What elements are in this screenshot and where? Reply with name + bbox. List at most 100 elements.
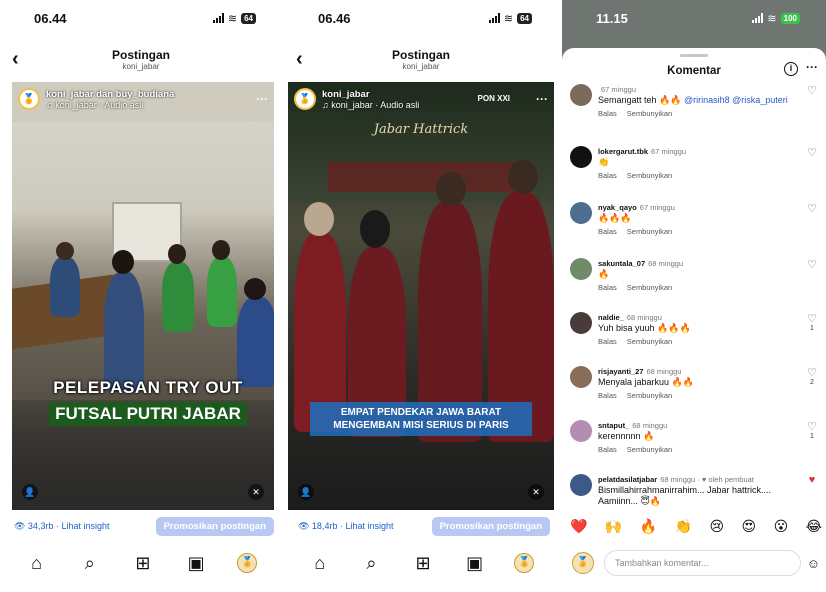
- status-time: 06.46: [318, 10, 351, 26]
- comment-text: Menyala jabarkuu 🔥🔥: [598, 377, 694, 387]
- back-arrow-icon[interactable]: ‹: [12, 48, 19, 71]
- reaction-emoji[interactable]: 😢: [710, 518, 725, 535]
- reaction-emoji[interactable]: 👏: [675, 518, 692, 535]
- comment-text: kerennnnn 🔥: [598, 431, 655, 441]
- view-insights-link[interactable]: 👁 18,4rb · Lihat insight: [298, 521, 393, 532]
- home-icon[interactable]: ⌂: [25, 553, 49, 574]
- profile-avatar-icon[interactable]: 🏅: [237, 553, 258, 573]
- info-icon[interactable]: i: [784, 62, 798, 76]
- comment-user[interactable]: pelatdasilatjabar: [598, 475, 657, 484]
- hide-button[interactable]: Sembunyikan: [627, 109, 672, 118]
- tagged-people-icon[interactable]: 👤: [22, 484, 38, 500]
- reaction-emoji[interactable]: ❤️: [570, 518, 587, 535]
- more-options-icon[interactable]: ···: [806, 60, 818, 74]
- view-insights-link[interactable]: 👁 34,3rb · Lihat insight: [14, 521, 109, 532]
- comment-input[interactable]: Tambahkan komentar...: [604, 550, 801, 576]
- avatar[interactable]: [570, 312, 592, 334]
- like-heart-icon[interactable]: ♡ 2: [804, 366, 820, 401]
- hide-button[interactable]: Sembunyikan: [627, 283, 672, 292]
- reply-button[interactable]: Balas: [598, 391, 617, 400]
- back-arrow-icon[interactable]: ‹: [296, 48, 303, 71]
- create-icon[interactable]: ⊞: [411, 553, 435, 574]
- wifi-icon: ≋: [227, 12, 238, 25]
- home-icon[interactable]: ⌂: [308, 553, 332, 574]
- more-options-icon[interactable]: ···: [536, 92, 548, 106]
- avatar[interactable]: [570, 420, 592, 442]
- hide-button[interactable]: Sembunyikan: [627, 227, 672, 236]
- comment-item: nyak_qayo 67 minggu 🔥🔥🔥 Balas Sembunyikan …: [570, 202, 820, 237]
- like-heart-icon[interactable]: ♡: [804, 146, 820, 181]
- comment-text: Bismillahirrahmanirrahim... Jabar hattri…: [598, 485, 772, 506]
- like-heart-icon[interactable]: ♡: [804, 258, 820, 293]
- reaction-emoji[interactable]: 😂: [806, 518, 822, 535]
- reels-icon[interactable]: ▣: [184, 553, 208, 574]
- comment-user[interactable]: sntaput_: [598, 421, 629, 430]
- comment-age: 68 minggu · ♥ oleh pembuat: [660, 475, 754, 484]
- gif-sticker-icon[interactable]: ☺: [807, 556, 820, 571]
- avatar[interactable]: [570, 474, 592, 496]
- profile-avatar-icon[interactable]: 🏅: [514, 553, 535, 573]
- reels-icon[interactable]: ▣: [463, 553, 487, 574]
- like-heart-icon[interactable]: ♡ 1: [804, 420, 820, 455]
- avatar[interactable]: [570, 84, 592, 106]
- avatar[interactable]: [570, 146, 592, 168]
- mute-icon[interactable]: ✕: [248, 484, 264, 500]
- create-icon[interactable]: ⊞: [131, 553, 155, 574]
- hide-button[interactable]: Sembunyikan: [627, 171, 672, 180]
- comment-composer: 🏅 Tambahkan komentar... ☺: [572, 548, 820, 578]
- reply-button[interactable]: Balas: [598, 171, 617, 180]
- post-audio[interactable]: ♫ koni_jabar · Audio asli: [322, 100, 419, 110]
- reply-button[interactable]: Balas: [598, 109, 617, 118]
- reaction-emoji[interactable]: 🔥: [640, 518, 657, 535]
- like-heart-icon[interactable]: ♡ 1: [804, 312, 820, 347]
- reaction-emoji[interactable]: 🙌: [605, 518, 622, 535]
- status-bar: 06.46 ≋ 64: [284, 0, 558, 36]
- status-time: 11.15: [596, 10, 628, 26]
- like-heart-icon[interactable]: ♡: [804, 202, 820, 237]
- post-author[interactable]: koni_jabar: [322, 89, 370, 100]
- hide-button[interactable]: Sembunyikan: [627, 391, 672, 400]
- avatar[interactable]: 🏅: [18, 88, 40, 110]
- status-icons: ≋ 64: [212, 12, 256, 25]
- promote-post-button[interactable]: Promosikan postingan: [155, 516, 274, 536]
- battery-icon: 100: [780, 12, 800, 24]
- comment-user[interactable]: lokergarut.tbk: [598, 147, 648, 156]
- post-author[interactable]: koni_jabar dan buy_budiana: [46, 89, 174, 100]
- reply-button[interactable]: Balas: [598, 445, 617, 454]
- post-media[interactable]: 🏅 koni_jabar dan buy_budiana ♫ koni_jaba…: [12, 82, 274, 510]
- post-media[interactable]: 🏅 koni_jabar ♫ koni_jabar · Audio asli ·…: [288, 82, 554, 510]
- like-heart-icon[interactable]: ♥: [804, 474, 820, 507]
- comment-user[interactable]: risjayanti_27: [598, 367, 643, 376]
- avatar[interactable]: [570, 258, 592, 280]
- search-icon[interactable]: ⌕: [78, 553, 102, 574]
- mute-icon[interactable]: ✕: [528, 484, 544, 500]
- comment-user[interactable]: sakuntala_07: [598, 259, 645, 268]
- sheet-drag-handle[interactable]: [680, 54, 708, 57]
- reaction-emoji[interactable]: 😍: [742, 518, 757, 535]
- comment-mention[interactable]: @ririnasih8 @riska_puteri: [684, 95, 788, 105]
- comment-user[interactable]: naldie_: [598, 313, 624, 322]
- hide-button[interactable]: Sembunyikan: [627, 337, 672, 346]
- like-heart-icon[interactable]: ♡: [804, 84, 820, 119]
- caption-line-2: FUTSAL PUTRI JABAR: [49, 402, 247, 426]
- post-audio[interactable]: ♫ koni_jabar · Audio asli: [46, 100, 143, 110]
- hide-button[interactable]: Sembunyikan: [627, 445, 672, 454]
- avatar[interactable]: [570, 202, 592, 224]
- post-author-row: 🏅 koni_jabar dan buy_budiana ♫ koni_jaba…: [18, 88, 268, 110]
- avatar[interactable]: [570, 366, 592, 388]
- wifi-icon: ≋: [503, 12, 514, 25]
- comments-sheet: Komentar i ··· 67 minggu Semangatt teh 🔥…: [562, 48, 826, 592]
- reply-button[interactable]: Balas: [598, 283, 617, 292]
- search-icon[interactable]: ⌕: [359, 553, 383, 574]
- reply-button[interactable]: Balas: [598, 227, 617, 236]
- avatar[interactable]: 🏅: [294, 88, 316, 110]
- reply-button[interactable]: Balas: [598, 337, 617, 346]
- tagged-people-icon[interactable]: 👤: [298, 484, 314, 500]
- post-screen-2: 06.46 ≋ 64 ‹ Postingan koni_jabar 🏅 koni…: [284, 0, 558, 592]
- caption-line-1: PELEPASAN TRY OUT: [53, 378, 243, 397]
- more-options-icon[interactable]: ···: [256, 92, 268, 106]
- reaction-emoji[interactable]: 😮: [774, 518, 789, 535]
- comment-user[interactable]: nyak_qayo: [598, 203, 637, 212]
- promote-post-button[interactable]: Promosikan postingan: [431, 516, 550, 536]
- page-subtitle: koni_jabar: [402, 62, 440, 71]
